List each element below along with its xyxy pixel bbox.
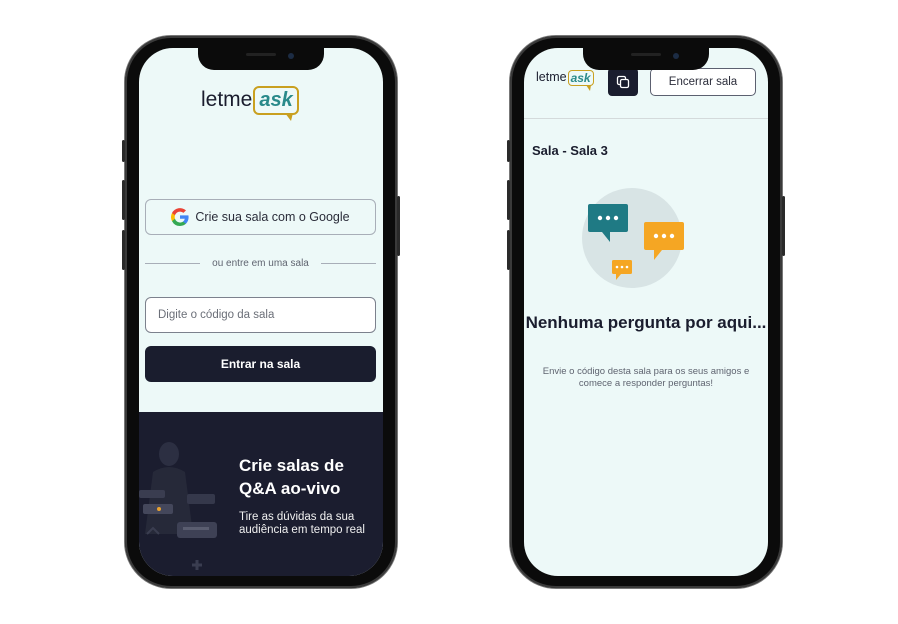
empty-state-title: Nenhuma pergunta por aqui... [525, 313, 767, 332]
mute-switch [122, 140, 125, 162]
logo-speech-bubble: ask [253, 86, 299, 121]
mute-switch [507, 140, 510, 162]
empty-questions-illustration [582, 188, 684, 288]
enter-room-button[interactable]: Entrar na sala [145, 346, 376, 382]
notch [583, 48, 709, 70]
letmeask-logo[interactable]: letme ask [536, 70, 594, 91]
logo-bubble-tail [585, 85, 591, 91]
logo-text-letme: letme [201, 88, 253, 111]
divider-text: ou entre em uma sala [212, 258, 309, 269]
copy-icon [616, 75, 630, 89]
letmeask-logo: letme ask [201, 86, 299, 121]
hero-title: Crie salas de Q&A ao-vivo [239, 456, 344, 498]
hero-banner: Crie salas de Q&A ao-vivo Tire as dúvida… [139, 412, 383, 576]
volume-down-button [122, 230, 125, 270]
logo-text-letme: letme [536, 70, 567, 84]
volume-down-button [507, 230, 510, 270]
copy-room-code-button[interactable] [608, 68, 638, 96]
hero-subtitle: Tire as dúvidas da sua audiência em temp… [239, 511, 365, 536]
notch [198, 48, 324, 70]
hero-illustration [139, 442, 217, 570]
room-title: Sala - Sala 3 [532, 143, 608, 158]
divider-line-left [145, 263, 201, 264]
phone-frame-room: letme ask Encerrar sala Sala - Sala 3 Ne… [507, 36, 785, 588]
room-screen: letme ask Encerrar sala Sala - Sala 3 Ne… [524, 48, 768, 576]
logo-speech-bubble: ask [567, 70, 594, 91]
google-button-label: Crie sua sala com o Google [195, 210, 350, 224]
logo-text-ask: ask [570, 71, 591, 85]
phone-frame-login: letme ask Crie sua sala com o Google ou … [122, 36, 400, 588]
google-icon [171, 208, 189, 226]
logo-text-ask: ask [259, 89, 293, 111]
volume-up-button [507, 180, 510, 220]
empty-state-description: Envie o código desta sala para os seus a… [542, 366, 750, 389]
room-code-input[interactable] [145, 297, 376, 333]
power-button [397, 196, 400, 256]
logo-bubble-tail [284, 113, 293, 121]
close-room-button[interactable]: Encerrar sala [650, 68, 756, 96]
google-signin-button[interactable]: Crie sua sala com o Google [145, 199, 376, 235]
divider-line-right [320, 263, 376, 264]
enter-room-label: Entrar na sala [220, 357, 301, 371]
login-screen: letme ask Crie sua sala com o Google ou … [139, 48, 383, 576]
divider: ou entre em uma sala [145, 258, 376, 269]
close-room-label: Encerrar sala [668, 76, 738, 88]
power-button [782, 196, 785, 256]
volume-up-button [122, 180, 125, 220]
